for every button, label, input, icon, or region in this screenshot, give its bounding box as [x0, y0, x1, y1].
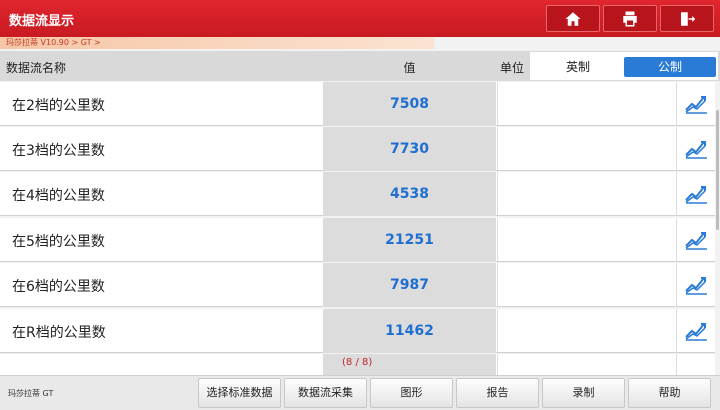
- title-bar: 数据流显示: [0, 0, 720, 37]
- unit-imperial-button[interactable]: 英制: [532, 57, 624, 77]
- print-icon: [623, 11, 637, 26]
- graph-view-button[interactable]: 图形: [370, 378, 453, 408]
- graph-button[interactable]: [676, 309, 715, 353]
- graph-button[interactable]: [676, 82, 715, 126]
- report-button[interactable]: 报告: [456, 378, 539, 408]
- scrollbar[interactable]: [716, 110, 719, 230]
- table-row[interactable]: 在4档的公里数 4538: [0, 172, 715, 216]
- trend-chart-icon: [685, 232, 707, 250]
- trend-chart-icon: [685, 277, 707, 295]
- row-name: 在2档的公里数: [12, 98, 105, 114]
- row-unit: [497, 82, 675, 126]
- row-unit: [497, 309, 675, 353]
- row-unit: [497, 263, 675, 307]
- page-counter: (8 / 8): [342, 357, 373, 368]
- row-unit: [497, 218, 675, 262]
- graph-button[interactable]: [676, 263, 715, 307]
- breadcrumb: 玛莎拉蒂 V10.90 > GT >: [0, 37, 434, 49]
- header-unit: 单位: [500, 61, 525, 75]
- data-stream-capture-button[interactable]: 数据流采集: [284, 378, 367, 408]
- home-icon: [565, 11, 581, 26]
- trend-chart-icon: [685, 186, 707, 204]
- table-row[interactable]: 在6档的公里数 7987: [0, 263, 715, 307]
- graph-button[interactable]: [676, 127, 715, 171]
- row-value: 11462: [323, 309, 496, 353]
- row-unit: [497, 354, 675, 375]
- trend-chart-icon: [685, 96, 707, 114]
- home-button[interactable]: [546, 5, 600, 32]
- header-value: 值: [403, 61, 416, 75]
- header-name: 数据流名称: [6, 61, 67, 75]
- graph-button[interactable]: [676, 354, 715, 375]
- row-unit: [497, 172, 675, 216]
- print-button[interactable]: [603, 5, 657, 32]
- row-value: 7508: [323, 82, 496, 126]
- record-button[interactable]: 录制: [542, 378, 625, 408]
- exit-button[interactable]: [660, 5, 714, 32]
- row-name: 在6档的公里数: [12, 279, 105, 295]
- row-name: 在4档的公里数: [12, 188, 105, 204]
- row-name: 在R档的公里数: [12, 325, 106, 341]
- unit-toggle: 英制 公制: [530, 52, 718, 80]
- table-row[interactable]: 在R档的公里数 11462: [0, 309, 715, 353]
- footer-bar: 玛莎拉蒂 GT 选择标准数据 数据流采集 图形 报告 录制 帮助: [0, 375, 720, 410]
- row-unit: [497, 127, 675, 171]
- table-row[interactable]: 在3档的公里数 7730: [0, 127, 715, 171]
- vehicle-label: 玛莎拉蒂 GT: [8, 389, 54, 398]
- row-value: 4538: [323, 172, 496, 216]
- trend-chart-icon: [685, 323, 707, 341]
- select-standard-data-button[interactable]: 选择标准数据: [198, 378, 281, 408]
- trend-chart-icon: [685, 141, 707, 159]
- window-title: 数据流显示: [9, 14, 75, 29]
- exit-icon: [681, 11, 696, 26]
- row-value: 7730: [323, 127, 496, 171]
- row-value: 7987: [323, 263, 496, 307]
- unit-metric-button[interactable]: 公制: [624, 57, 716, 77]
- graph-button[interactable]: [676, 172, 715, 216]
- row-value: 21251: [323, 218, 496, 262]
- help-button[interactable]: 帮助: [628, 378, 711, 408]
- table-row[interactable]: 在5档的公里数 21251: [0, 218, 715, 262]
- graph-button[interactable]: [676, 218, 715, 262]
- row-name: 在5档的公里数: [12, 234, 105, 250]
- row-name: 在3档的公里数: [12, 143, 105, 159]
- table-row[interactable]: 在2档的公里数 7508: [0, 82, 715, 126]
